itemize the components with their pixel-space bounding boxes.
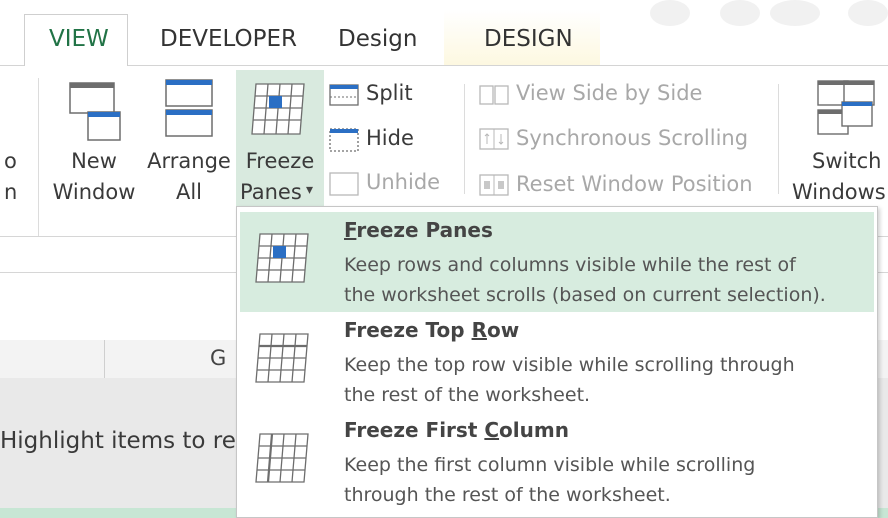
menu-item-title: Freeze Panes [344,218,493,242]
reset-window-position-label: Reset Window Position [516,172,753,196]
chevron-down-icon: ▾ [306,182,314,198]
menu-item-description: through the rest of the worksheet. [344,484,671,506]
menu-item-description: Keep rows and columns visible while the … [344,254,796,276]
view-side-by-side-button[interactable]: View Side by Side [478,78,768,112]
menu-item-freeze-panes[interactable]: Freeze Panes Keep rows and columns visib… [240,212,874,312]
ribbon-group-separator [38,78,39,236]
menu-item-title: Freeze Top Row [344,318,520,342]
cutoff-button-label: o [4,149,17,173]
view-side-by-side-label: View Side by Side [516,81,703,105]
split-button[interactable]: Split [328,78,458,112]
freeze-top-row-icon [255,333,309,383]
background-decoration [720,0,760,26]
reset-window-position-icon [479,174,509,196]
arrange-all-icon [165,79,213,137]
view-side-by-side-icon [479,85,509,105]
unhide-window-icon [329,172,359,196]
arrange-all-button[interactable]: Arrange All [142,76,236,212]
tab-design[interactable]: DESIGN [484,26,573,52]
freeze-first-column-icon [255,433,309,483]
tab-view-label: VIEW [49,26,109,52]
synchronous-scrolling-label: Synchronous Scrolling [516,126,749,150]
tab-developer[interactable]: DEVELOPER [160,26,297,52]
highlight-items-text: Highlight items to re [0,428,236,454]
background-decoration [770,0,820,26]
menu-item-description: the worksheet scrolls (based on current … [344,284,826,306]
new-window-icon [69,82,121,141]
hide-window-icon [329,128,359,152]
unhide-button[interactable]: Unhide [328,166,458,200]
cutoff-button-label: n [4,180,18,204]
menu-item-description: Keep the first column visible while scro… [344,454,756,476]
freeze-panes-label: Freeze [245,149,315,173]
ribbon-group-separator [464,84,465,194]
menu-item-freeze-first-column[interactable]: Freeze First Column Keep the first colum… [240,414,874,512]
menu-item-freeze-top-row[interactable]: Freeze Top Row Keep the top row visible … [240,314,874,412]
switch-windows-button[interactable]: Switch Windows [786,76,888,212]
new-window-label: New [71,149,117,173]
synchronous-scrolling-icon [479,128,509,150]
freeze-panes-icon [251,83,305,135]
ribbon-group-separator [778,84,779,194]
synchronous-scrolling-button[interactable]: Synchronous Scrolling [478,122,768,156]
switch-windows-label: Switch [812,149,882,173]
tab-view[interactable]: VIEW [24,14,128,66]
arrange-all-label: Arrange [147,149,231,173]
unhide-label: Unhide [366,170,441,194]
hide-label: Hide [366,126,414,150]
hide-button[interactable]: Hide [328,122,458,156]
column-header-g[interactable]: G [210,346,226,370]
background-decoration [848,0,888,26]
freeze-panes-menu-icon [255,233,309,283]
switch-windows-icon [817,80,875,135]
new-window-button[interactable]: New Window [46,76,142,212]
menu-item-description: the rest of the worksheet. [344,384,591,406]
column-header-divider [104,340,105,378]
switch-windows-label: Windows [792,180,886,204]
menu-item-title: Freeze First Column [344,418,569,442]
arrange-all-label: All [175,180,203,204]
background-decoration [650,0,690,26]
reset-window-position-button[interactable]: Reset Window Position [478,168,768,202]
split-icon [329,84,359,106]
tab-design-table[interactable]: Design [338,26,417,52]
menu-item-description: Keep the top row visible while scrolling… [344,354,795,376]
new-window-label: Window [52,180,136,204]
freeze-panes-label: Panes [240,180,302,204]
split-label: Split [366,81,413,105]
